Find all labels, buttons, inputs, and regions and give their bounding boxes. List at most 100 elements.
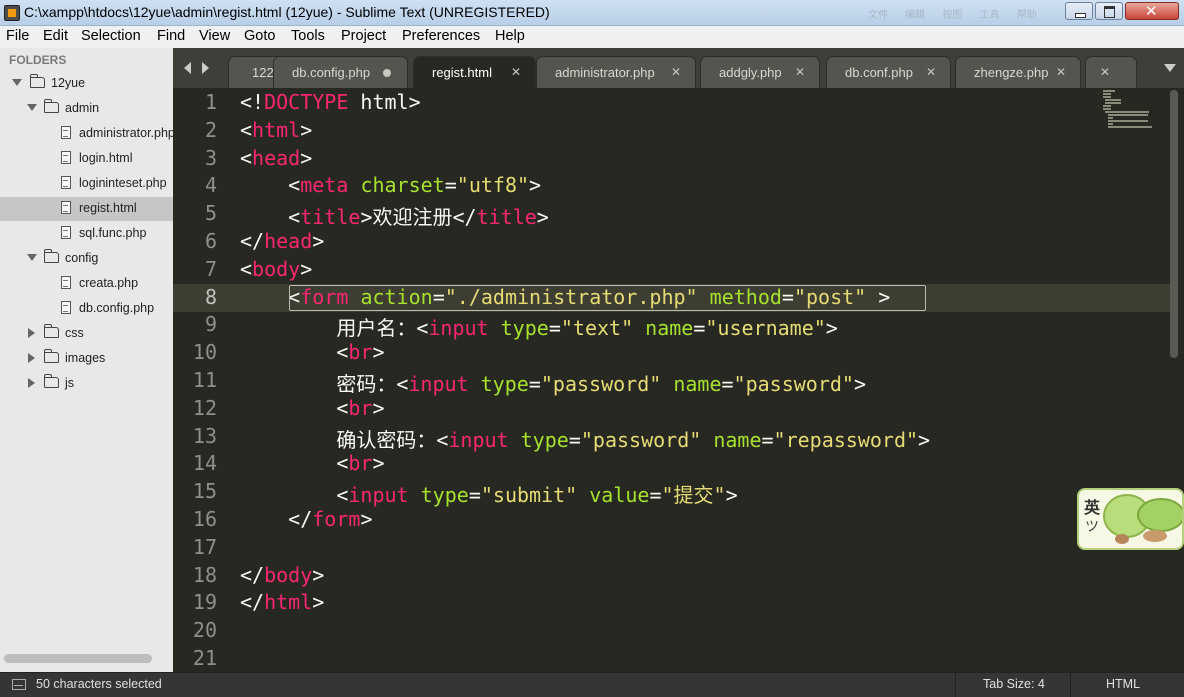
code-line[interactable]: 密码：<input type="password" name="password… [240,368,866,397]
code-line[interactable]: </body> [240,563,324,587]
chevron-down-icon[interactable] [12,79,22,86]
chevron-down-icon[interactable] [27,104,37,111]
close-icon[interactable]: ✕ [1100,65,1110,79]
code-token: br [348,340,373,365]
tree-label: db.config.php [79,301,155,315]
close-icon[interactable]: ✕ [926,65,936,79]
tree-folder-12yue[interactable]: 12yue [0,72,173,96]
menu-view[interactable]: View [199,28,230,44]
ime-mode-label[interactable]: 英 [1084,494,1100,518]
code-line[interactable]: <input type="submit" value="提交"> [240,479,737,508]
menu-help[interactable]: Help [495,28,525,44]
close-icon[interactable]: ✕ [671,65,681,79]
menu-edit[interactable]: Edit [43,28,68,44]
code-line[interactable]: <html> [240,118,312,142]
menu-file[interactable]: File [6,28,29,44]
close-icon[interactable]: ✕ [1056,65,1066,79]
maximize-button[interactable] [1095,2,1123,20]
tree-folder-admin[interactable]: admin [0,97,173,121]
close-icon[interactable]: ✕ [511,65,521,79]
code-line[interactable]: </head> [240,229,324,253]
code-line[interactable]: </html> [240,590,324,614]
file-icon [61,226,71,239]
menu-project[interactable]: Project [341,28,386,44]
chevron-right-icon[interactable] [28,378,35,388]
tab-next-icon[interactable] [202,62,209,74]
tab-administrator[interactable]: administrator.php ✕ [536,56,696,88]
menu-selection[interactable]: Selection [81,28,141,44]
chevron-down-icon[interactable] [1164,64,1176,72]
ime-status-widget[interactable]: 英 ツ [1077,488,1184,550]
code-editor[interactable]: 1 <!DOCTYPE html> 2 <html> 3 <head> 4 <meta ch… [173,88,1184,672]
tree-file-creata[interactable]: creata.php [0,272,173,296]
sidebar-scrollbar[interactable] [4,654,152,663]
menu-find[interactable]: Find [157,28,185,44]
code-line[interactable]: <head> [240,146,312,170]
code-line[interactable]: <br> [240,451,384,475]
panel-toggle-icon[interactable] [12,679,26,690]
code-line[interactable]: <br> [240,395,384,420]
line-number: 7 [204,256,217,281]
minimap[interactable] [1103,90,1155,130]
coffee-bean-icon [1143,530,1167,542]
tree-file-regist[interactable]: regist.html [0,197,173,221]
tree-folder-css[interactable]: css [0,322,173,346]
tree-file-logininteset[interactable]: logininteset.php [0,172,173,196]
minimize-button[interactable] [1065,2,1093,20]
code-line[interactable]: 确认密码：<input type="password" name="repass… [240,424,930,453]
code-token: </ [452,205,477,230]
tab-db-conf[interactable]: db.conf.php ✕ [826,56,951,88]
line-number: 1 [204,90,217,114]
code-line[interactable]: <title>欢迎注册</title> [240,201,549,230]
code-line[interactable]: <br> [240,340,384,365]
chevron-right-icon[interactable] [28,353,35,363]
line-number: 17 [192,534,217,559]
code-token: < [416,316,429,341]
folder-sidebar: FOLDERS 12yue admin administrator.php lo… [0,48,173,672]
unsaved-dot-icon[interactable] [383,69,391,77]
tree-folder-config[interactable]: config [0,247,173,271]
close-window-button[interactable] [1125,2,1179,20]
tree-file-sql-func[interactable]: sql.func.php [0,222,173,246]
tree-folder-js[interactable]: js [0,372,173,396]
tree-file-login[interactable]: login.html [0,147,173,171]
tree-file-db-config[interactable]: db.config.php [0,297,173,321]
code-token: = [761,427,774,452]
vertical-scrollbar[interactable] [1170,90,1178,358]
file-icon [61,151,71,164]
code-token: < [336,395,349,420]
chevron-right-icon[interactable] [28,328,35,338]
close-icon[interactable]: ✕ [795,65,805,79]
menu-tools[interactable]: Tools [291,28,325,44]
tab-zhengze[interactable]: zhengze.php ✕ [955,56,1081,88]
folder-open-icon [43,249,59,263]
code-token: 确认密码： [240,427,437,452]
code-token: > [312,562,325,587]
code-token: input [428,316,489,341]
menu-goto[interactable]: Goto [244,28,275,44]
tab-overflow[interactable]: ✕ [1085,56,1137,88]
syntax-selector[interactable]: HTML [1106,677,1140,691]
code-line[interactable]: <!DOCTYPE html> [240,90,421,114]
tab-db-config[interactable]: db.config.php [273,56,408,88]
code-line[interactable]: 用户名：<input type="text" name="username"> [240,312,838,341]
code-line[interactable]: </form> [240,507,372,531]
code-line[interactable]: <body> [240,257,312,281]
tab-regist[interactable]: regist.html ✕ [413,56,536,88]
code-token: meta [300,173,349,198]
tab-label: administrator.php [555,65,655,80]
chevron-down-icon[interactable] [27,254,37,261]
tab-size-selector[interactable]: Tab Size: 4 [983,677,1045,691]
code-token: charset [360,173,445,198]
tree-file-administrator[interactable]: administrator.php [0,122,173,146]
code-line[interactable]: <meta charset="utf8"> [240,173,541,197]
tab-addgly[interactable]: addgly.php ✕ [700,56,820,88]
tab-label: addgly.php [719,65,782,80]
tab-prev-icon[interactable] [184,62,191,74]
tab-label: zhengze.php [974,65,1049,80]
code-token: = [468,483,481,508]
tree-folder-images[interactable]: images [0,347,173,371]
code-token: > [300,256,313,281]
menu-preferences[interactable]: Preferences [402,28,480,44]
